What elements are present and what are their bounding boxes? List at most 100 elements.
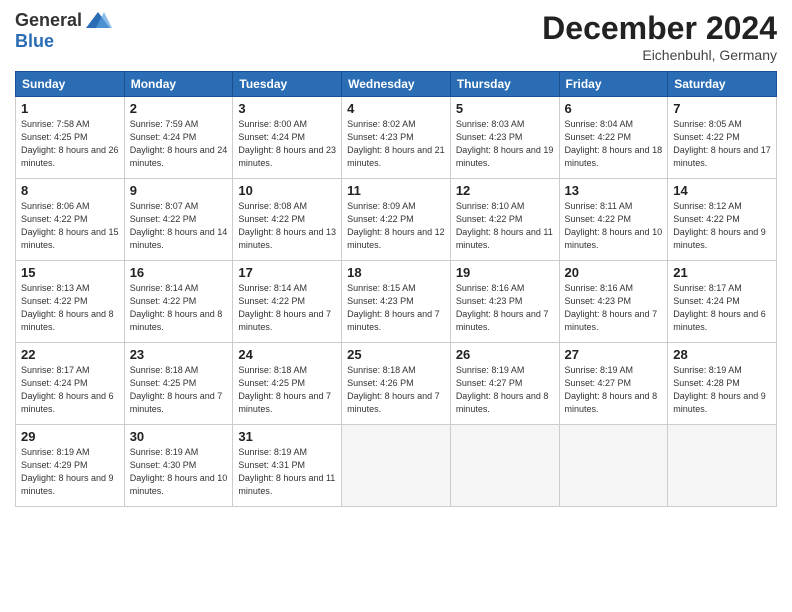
calendar-day: 9 Sunrise: 8:07 AMSunset: 4:22 PMDaylight… [124, 179, 233, 261]
day-info: Sunrise: 8:19 AMSunset: 4:28 PMDaylight:… [673, 364, 771, 416]
calendar-day: 1Sunrise: 7:58 AMSunset: 4:25 PMDaylight… [16, 97, 125, 179]
day-number: 21 [673, 265, 771, 280]
day-number: 27 [565, 347, 663, 362]
calendar-day: 4 Sunrise: 8:02 AMSunset: 4:23 PMDaylight… [342, 97, 451, 179]
col-saturday: Saturday [668, 72, 777, 97]
day-number: 4 [347, 101, 445, 116]
calendar-day: 8Sunrise: 8:06 AMSunset: 4:22 PMDaylight… [16, 179, 125, 261]
day-number: 22 [21, 347, 119, 362]
calendar-week-row: 1Sunrise: 7:58 AMSunset: 4:25 PMDaylight… [16, 97, 777, 179]
month-year: December 2024 [542, 10, 777, 47]
calendar-day [559, 425, 668, 507]
calendar-day: 18 Sunrise: 8:15 AMSunset: 4:23 PMDayligh… [342, 261, 451, 343]
day-number: 26 [456, 347, 554, 362]
day-info: Sunrise: 8:08 AMSunset: 4:22 PMDaylight:… [238, 200, 336, 252]
col-friday: Friday [559, 72, 668, 97]
day-info: Sunrise: 8:18 AMSunset: 4:25 PMDaylight:… [238, 364, 336, 416]
logo: General Blue [15, 10, 112, 52]
calendar-week-row: 8Sunrise: 8:06 AMSunset: 4:22 PMDaylight… [16, 179, 777, 261]
calendar-day: 27Sunrise: 8:19 AMSunset: 4:27 PMDayligh… [559, 343, 668, 425]
day-info: Sunrise: 8:00 AMSunset: 4:24 PMDaylight:… [238, 118, 336, 170]
day-info: Sunrise: 8:03 AMSunset: 4:23 PMDaylight:… [456, 118, 554, 170]
calendar-day: 31 Sunrise: 8:19 AMSunset: 4:31 PMDayligh… [233, 425, 342, 507]
calendar-day: 17 Sunrise: 8:14 AMSunset: 4:22 PMDayligh… [233, 261, 342, 343]
day-info: Sunrise: 8:02 AMSunset: 4:23 PMDaylight:… [347, 118, 445, 170]
calendar-day: 30Sunrise: 8:19 AMSunset: 4:30 PMDayligh… [124, 425, 233, 507]
day-info: Sunrise: 8:12 AMSunset: 4:22 PMDaylight:… [673, 200, 771, 252]
day-number: 18 [347, 265, 445, 280]
day-info: Sunrise: 8:07 AMSunset: 4:22 PMDaylight:… [130, 200, 228, 252]
day-info: Sunrise: 8:14 AMSunset: 4:22 PMDaylight:… [238, 282, 336, 334]
day-number: 24 [238, 347, 336, 362]
day-info: Sunrise: 8:18 AMSunset: 4:25 PMDaylight:… [130, 364, 228, 416]
day-number: 12 [456, 183, 554, 198]
col-monday: Monday [124, 72, 233, 97]
calendar-day [342, 425, 451, 507]
day-number: 19 [456, 265, 554, 280]
day-number: 31 [238, 429, 336, 444]
day-info: Sunrise: 8:16 AMSunset: 4:23 PMDaylight:… [565, 282, 663, 334]
day-number: 29 [21, 429, 119, 444]
title-block: December 2024 Eichenbuhl, Germany [542, 10, 777, 63]
day-number: 17 [238, 265, 336, 280]
day-info: Sunrise: 8:19 AMSunset: 4:27 PMDaylight:… [456, 364, 554, 416]
calendar-week-row: 29 Sunrise: 8:19 AMSunset: 4:29 PMDayligh… [16, 425, 777, 507]
day-number: 11 [347, 183, 445, 198]
logo-general: General [15, 10, 82, 30]
day-info: Sunrise: 8:05 AMSunset: 4:22 PMDaylight:… [673, 118, 771, 170]
day-info: Sunrise: 8:19 AMSunset: 4:31 PMDaylight:… [238, 446, 336, 498]
day-number: 3 [238, 101, 336, 116]
day-number: 8 [21, 183, 119, 198]
day-info: Sunrise: 8:09 AMSunset: 4:22 PMDaylight:… [347, 200, 445, 252]
day-info: Sunrise: 8:19 AMSunset: 4:29 PMDaylight:… [21, 446, 119, 498]
day-number: 25 [347, 347, 445, 362]
day-number: 30 [130, 429, 228, 444]
day-info: Sunrise: 8:11 AMSunset: 4:22 PMDaylight:… [565, 200, 663, 252]
col-tuesday: Tuesday [233, 72, 342, 97]
day-info: Sunrise: 8:16 AMSunset: 4:23 PMDaylight:… [456, 282, 554, 334]
calendar-day: 16 Sunrise: 8:14 AMSunset: 4:22 PMDayligh… [124, 261, 233, 343]
day-info: Sunrise: 8:14 AMSunset: 4:22 PMDaylight:… [130, 282, 228, 334]
calendar-day: 26 Sunrise: 8:19 AMSunset: 4:27 PMDayligh… [450, 343, 559, 425]
calendar-day [668, 425, 777, 507]
calendar-day: 29 Sunrise: 8:19 AMSunset: 4:29 PMDayligh… [16, 425, 125, 507]
calendar-day: 19 Sunrise: 8:16 AMSunset: 4:23 PMDayligh… [450, 261, 559, 343]
calendar-day: 14Sunrise: 8:12 AMSunset: 4:22 PMDayligh… [668, 179, 777, 261]
day-number: 23 [130, 347, 228, 362]
calendar-day: 15 Sunrise: 8:13 AMSunset: 4:22 PMDayligh… [16, 261, 125, 343]
calendar-week-row: 22Sunrise: 8:17 AMSunset: 4:24 PMDayligh… [16, 343, 777, 425]
day-info: Sunrise: 8:04 AMSunset: 4:22 PMDaylight:… [565, 118, 663, 170]
calendar-day: 20Sunrise: 8:16 AMSunset: 4:23 PMDayligh… [559, 261, 668, 343]
calendar-day: 21 Sunrise: 8:17 AMSunset: 4:24 PMDayligh… [668, 261, 777, 343]
day-info: Sunrise: 8:10 AMSunset: 4:22 PMDaylight:… [456, 200, 554, 252]
day-number: 9 [130, 183, 228, 198]
calendar-day: 7 Sunrise: 8:05 AMSunset: 4:22 PMDaylight… [668, 97, 777, 179]
day-number: 5 [456, 101, 554, 116]
day-info: Sunrise: 8:15 AMSunset: 4:23 PMDaylight:… [347, 282, 445, 334]
calendar-header-row: Sunday Monday Tuesday Wednesday Thursday… [16, 72, 777, 97]
calendar-day: 23 Sunrise: 8:18 AMSunset: 4:25 PMDayligh… [124, 343, 233, 425]
day-info: Sunrise: 8:13 AMSunset: 4:22 PMDaylight:… [21, 282, 119, 334]
calendar-day: 3 Sunrise: 8:00 AMSunset: 4:24 PMDaylight… [233, 97, 342, 179]
calendar-day: 10Sunrise: 8:08 AMSunset: 4:22 PMDayligh… [233, 179, 342, 261]
calendar-day: 28Sunrise: 8:19 AMSunset: 4:28 PMDayligh… [668, 343, 777, 425]
col-sunday: Sunday [16, 72, 125, 97]
calendar-day: 2Sunrise: 7:59 AMSunset: 4:24 PMDaylight… [124, 97, 233, 179]
calendar-day: 5 Sunrise: 8:03 AMSunset: 4:23 PMDaylight… [450, 97, 559, 179]
day-info: Sunrise: 8:17 AMSunset: 4:24 PMDaylight:… [673, 282, 771, 334]
logo-icon [84, 10, 112, 32]
day-info: Sunrise: 8:18 AMSunset: 4:26 PMDaylight:… [347, 364, 445, 416]
day-number: 16 [130, 265, 228, 280]
calendar-day: 12 Sunrise: 8:10 AMSunset: 4:22 PMDayligh… [450, 179, 559, 261]
day-number: 7 [673, 101, 771, 116]
location: Eichenbuhl, Germany [542, 47, 777, 63]
calendar-day: 22Sunrise: 8:17 AMSunset: 4:24 PMDayligh… [16, 343, 125, 425]
calendar-day: 6 Sunrise: 8:04 AMSunset: 4:22 PMDaylight… [559, 97, 668, 179]
day-number: 15 [21, 265, 119, 280]
day-number: 1 [21, 101, 119, 116]
calendar-day: 25 Sunrise: 8:18 AMSunset: 4:26 PMDayligh… [342, 343, 451, 425]
page: General Blue December 2024 Eichenbuhl, G… [0, 0, 792, 612]
calendar-table: Sunday Monday Tuesday Wednesday Thursday… [15, 71, 777, 507]
day-number: 6 [565, 101, 663, 116]
day-number: 2 [130, 101, 228, 116]
